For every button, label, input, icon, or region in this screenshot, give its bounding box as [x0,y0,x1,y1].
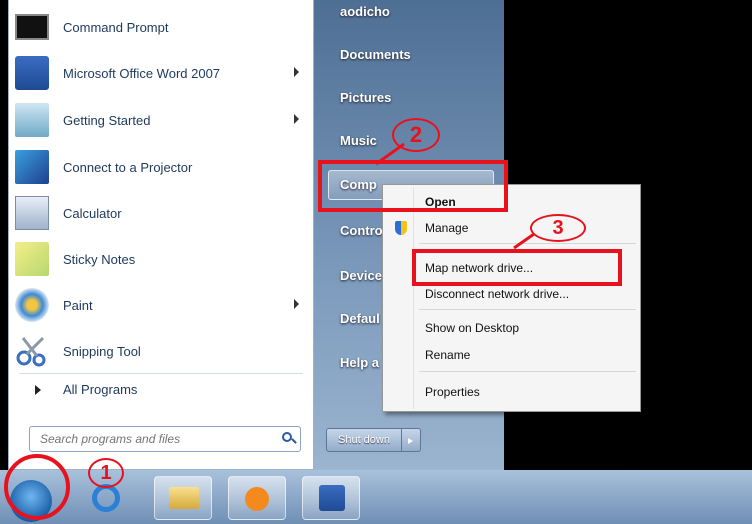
computer-context-menu: Open Manage Map network drive... Disconn… [382,184,641,412]
program-calculator[interactable]: Calculator [15,192,307,234]
documents-link[interactable]: Documents [340,47,411,62]
help-link[interactable]: Help a [340,355,379,370]
menu-disconnect-network-drive[interactable]: Disconnect network drive... [425,287,569,301]
divider [19,373,303,374]
program-command-prompt[interactable]: Command Prompt [15,6,307,48]
command-prompt-icon [15,14,49,40]
calculator-icon [15,196,49,230]
program-paint[interactable]: Paint [15,284,307,326]
folder-icon [169,487,199,509]
annotation-arrow [513,232,535,250]
program-label: Snipping Tool [63,343,141,359]
word-icon [319,485,345,511]
projector-icon [15,150,49,184]
program-label: Calculator [63,205,122,221]
program-projector[interactable]: Connect to a Projector [15,146,307,188]
annotation-arrow [375,142,405,166]
annotation-box-computer [318,160,508,212]
annotation-circle-start [4,454,70,520]
default-programs-link[interactable]: Defaul [340,311,380,326]
menu-rename[interactable]: Rename [425,348,470,362]
program-label: Microsoft Office Word 2007 [63,65,221,81]
program-label: Getting Started [63,112,151,128]
step-1-badge: 1 [88,458,124,488]
search-input[interactable] [38,431,272,447]
menu-manage[interactable]: Manage [425,221,468,235]
getting-started-icon [15,103,49,137]
devices-link[interactable]: Device [340,268,382,283]
shield-icon [395,221,407,235]
program-getting-started[interactable]: Getting Started [15,99,307,141]
program-word[interactable]: Microsoft Office Word 2007 [15,52,307,94]
program-snipping-tool[interactable]: Snipping Tool [15,330,307,372]
media-player-icon [245,487,269,511]
user-name-link[interactable]: aodicho [340,4,390,19]
menu-divider [419,371,636,372]
program-label: Paint [63,297,93,313]
menu-divider [419,309,636,310]
paint-icon [15,288,49,322]
word-icon [15,56,49,90]
scissors-icon [15,334,49,368]
start-menu-programs-pane: Command Prompt Microsoft Office Word 200… [8,0,314,470]
submenu-arrow-icon [294,114,299,124]
program-label: Command Prompt [63,19,169,35]
pictures-link[interactable]: Pictures [340,90,391,105]
shutdown-group: Shut down [326,428,421,452]
menu-properties[interactable]: Properties [425,385,480,399]
submenu-arrow-icon [294,67,299,77]
program-sticky-notes[interactable]: Sticky Notes [15,238,307,280]
menu-gutter [413,187,414,409]
sticky-notes-icon [15,242,49,276]
menu-show-on-desktop[interactable]: Show on Desktop [425,321,519,335]
program-label: Sticky Notes [63,251,136,267]
shutdown-options-arrow-icon[interactable] [402,428,421,452]
shutdown-button[interactable]: Shut down [326,428,402,452]
expand-arrow-icon [35,384,41,395]
internet-explorer-icon [92,484,120,512]
annotation-box-map-drive [412,249,622,286]
all-programs-label: All Programs [63,382,138,397]
taskbar-word[interactable] [302,476,360,520]
search-icon[interactable] [282,432,292,442]
program-label: Connect to a Projector [63,159,193,175]
submenu-arrow-icon [294,299,299,309]
control-panel-link[interactable]: Contro [340,223,383,238]
all-programs-item[interactable]: All Programs [35,382,137,397]
taskbar-media-player[interactable] [228,476,286,520]
taskbar-explorer[interactable] [154,476,212,520]
search-box[interactable] [29,426,301,452]
